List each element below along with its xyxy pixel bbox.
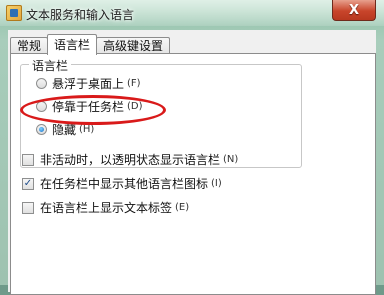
shortcut-hint: (E) <box>175 202 190 213</box>
checkbox[interactable] <box>22 153 34 166</box>
radio-button[interactable] <box>36 101 47 112</box>
group-label: 语言栏 <box>29 57 72 74</box>
shortcut-hint: (H) <box>79 124 95 135</box>
shortcut-hint: (I) <box>211 178 222 189</box>
checkbox-label: 在任务栏中显示其他语言栏图标 <box>40 177 209 191</box>
checkbox-show-extra-icons[interactable]: ✓ 在任务栏中显示其他语言栏图标 (I) <box>22 175 222 192</box>
shortcut-hint: (D) <box>127 101 143 112</box>
tab-strip: 常规 语言栏 高级键设置 <box>10 34 171 55</box>
shortcut-hint: (F) <box>127 78 141 89</box>
checkbox-label: 非活动时，以透明状态显示语言栏 <box>40 153 221 167</box>
checkbox-show-text-labels[interactable]: 在语言栏上显示文本标签 (E) <box>22 199 189 216</box>
radio-hidden[interactable]: 隐藏 (H) <box>36 121 94 138</box>
checkbox[interactable] <box>22 201 34 214</box>
tab-language-bar[interactable]: 语言栏 <box>47 34 98 55</box>
shortcut-hint: (N) <box>223 154 239 165</box>
keyboard-settings-icon <box>6 5 22 21</box>
checkbox-label: 在语言栏上显示文本标签 <box>40 201 173 215</box>
radio-button-selected[interactable] <box>36 124 47 135</box>
close-button[interactable]: X <box>332 0 376 21</box>
radio-label: 悬浮于桌面上 <box>52 77 125 91</box>
radio-label: 隐藏 <box>52 123 77 137</box>
close-icon: X <box>348 2 360 18</box>
radio-label: 停靠于任务栏 <box>52 100 125 114</box>
radio-float-on-desktop[interactable]: 悬浮于桌面上 (F) <box>36 75 141 92</box>
radio-button[interactable] <box>36 78 47 89</box>
dialog-window: 文本服务和输入语言 X 常规 语言栏 高级键设置 语言栏 悬浮于桌面上 (F) … <box>0 0 384 295</box>
title-bar[interactable]: 文本服务和输入语言 X <box>0 0 384 26</box>
checkbox-transparent-when-inactive[interactable]: 非活动时，以透明状态显示语言栏 (N) <box>22 151 238 168</box>
window-title: 文本服务和输入语言 <box>26 8 135 22</box>
checkbox-checked[interactable]: ✓ <box>22 177 34 190</box>
radio-dock-in-taskbar[interactable]: 停靠于任务栏 (D) <box>36 98 143 115</box>
